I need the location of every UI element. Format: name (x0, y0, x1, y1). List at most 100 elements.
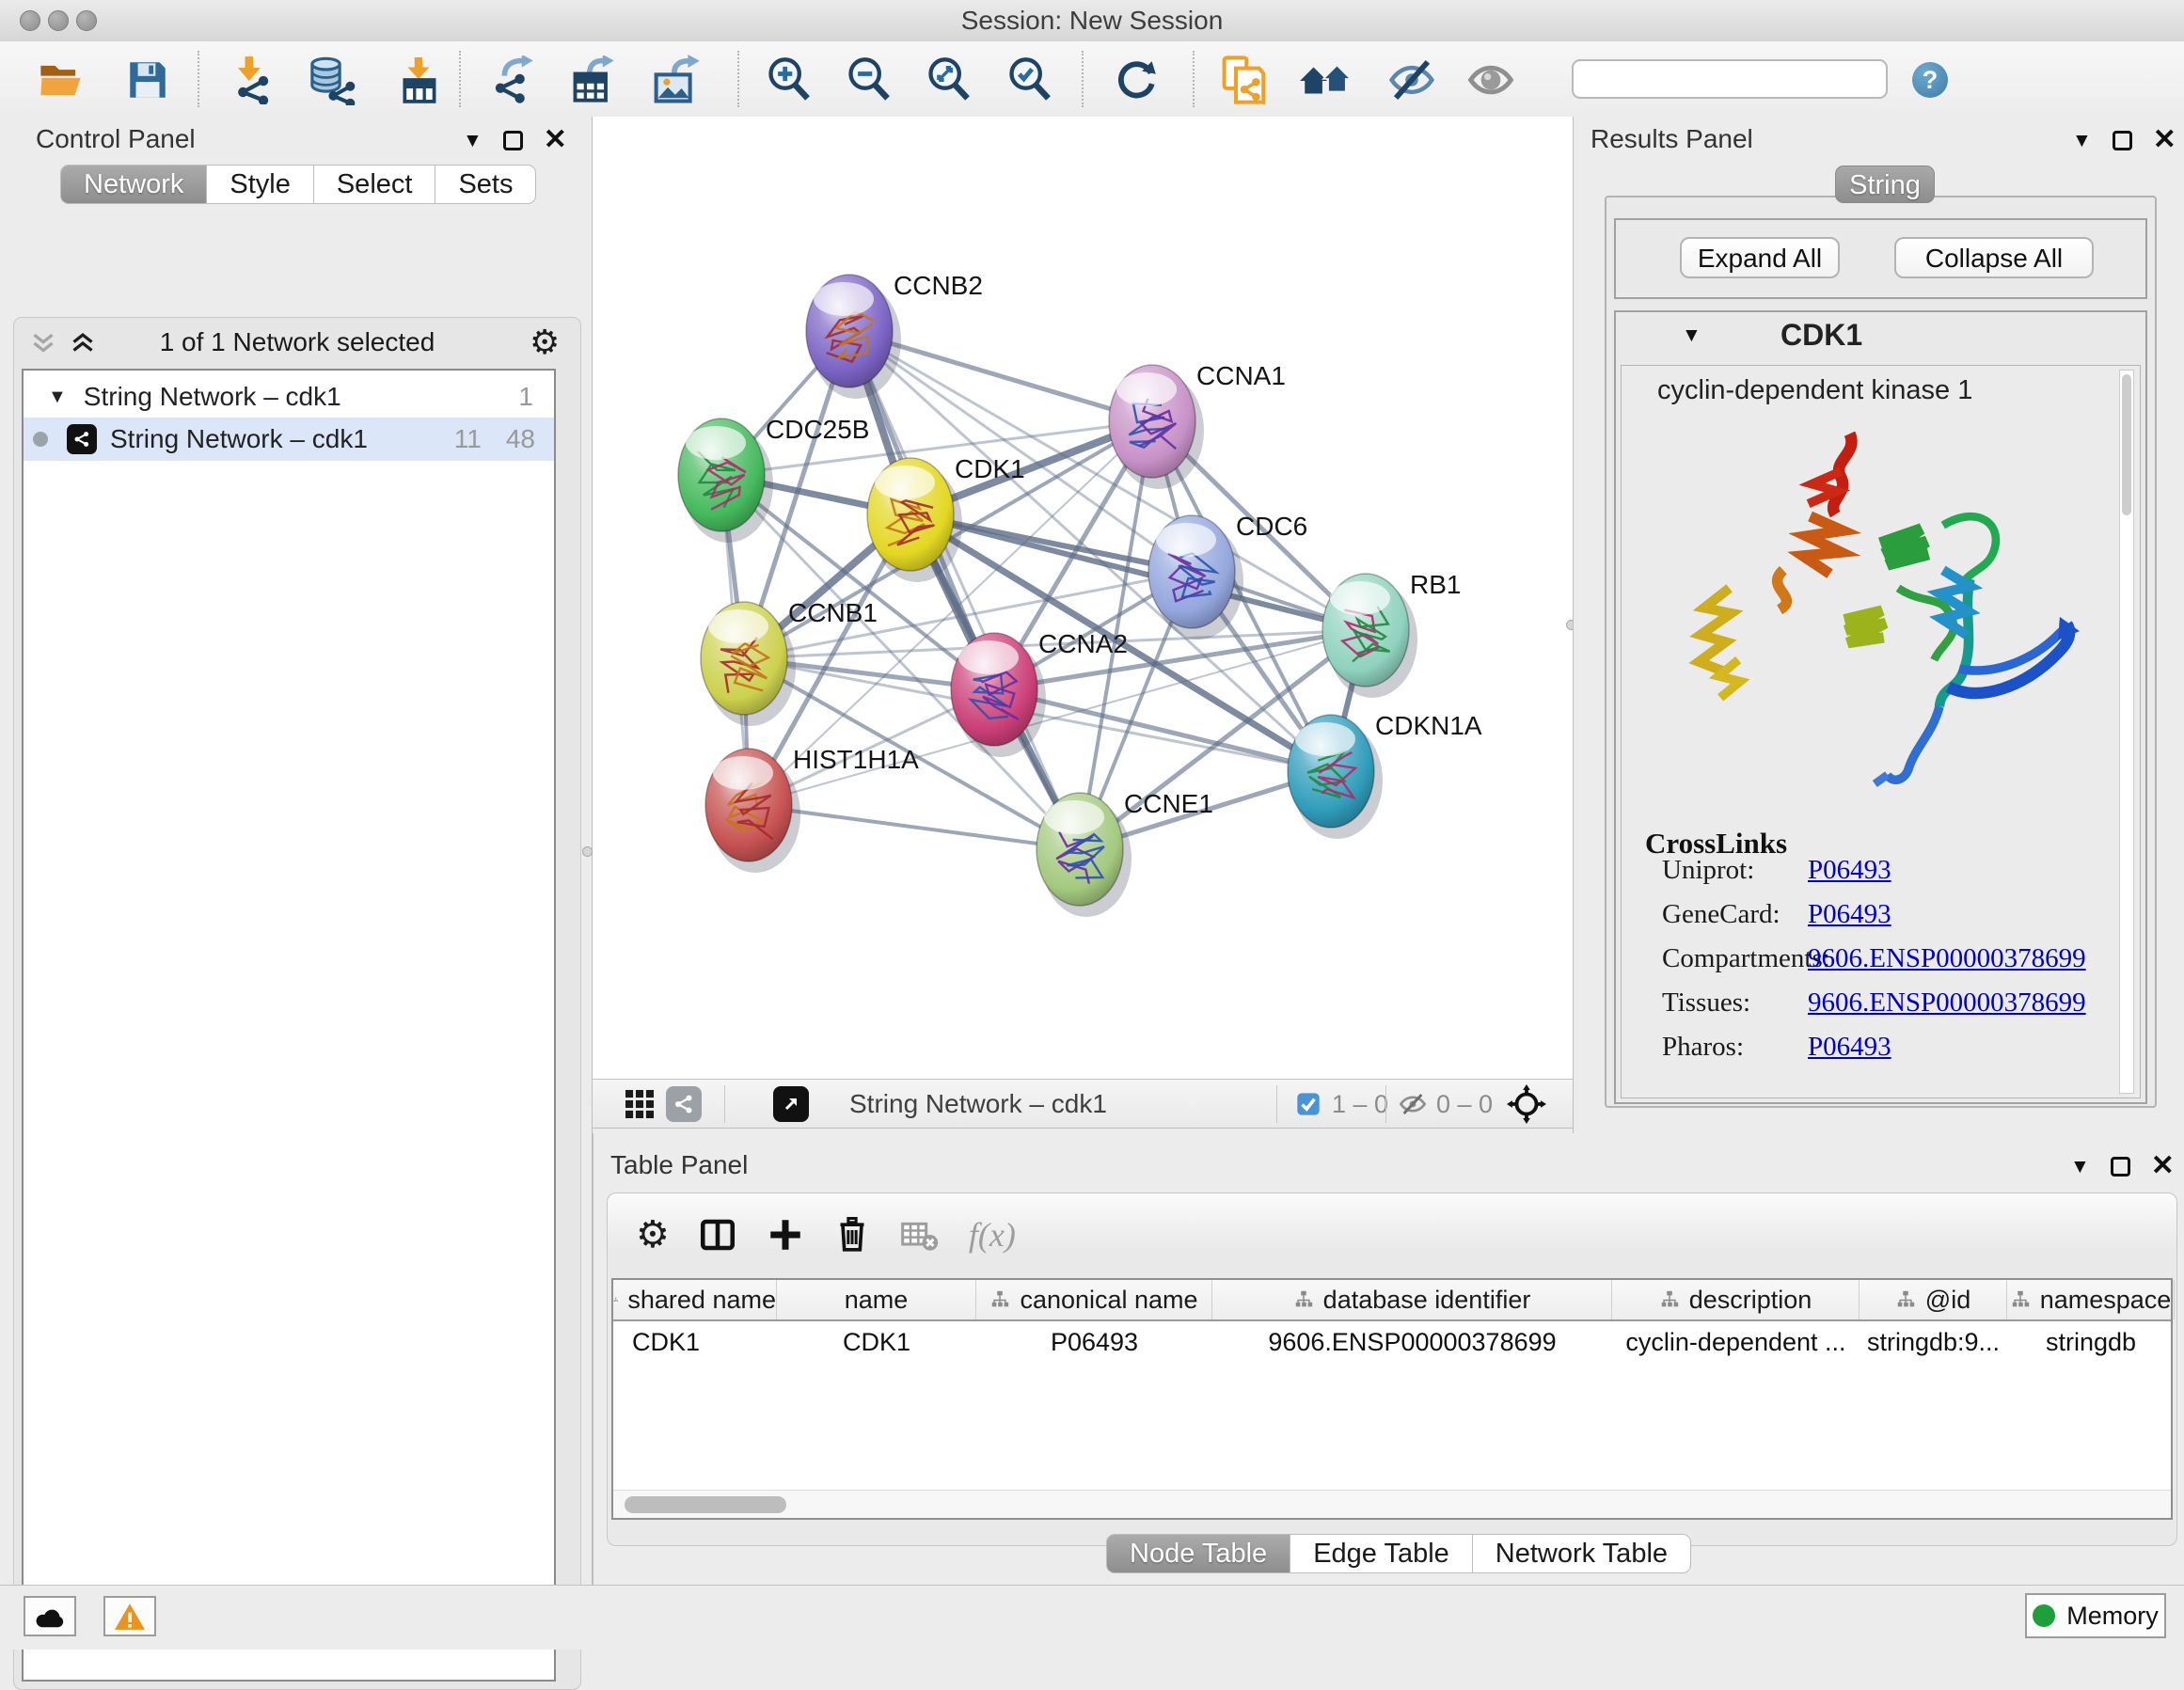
close-panel-icon[interactable]: ✕ (2153, 126, 2176, 154)
save-floppy-icon (124, 56, 171, 103)
first-neighbors-button[interactable] (1298, 53, 1353, 107)
column-header-database-identifier[interactable]: database identifier (1212, 1280, 1612, 1319)
help-button[interactable]: ? (1912, 62, 1948, 98)
table-cell[interactable]: stringdb:9... (1860, 1321, 2007, 1363)
crosslink-link[interactable]: 9606.ENSP00000378699 (1808, 987, 2086, 1019)
results-scrollbar[interactable] (2119, 370, 2134, 1094)
table-cell[interactable]: stringdb (2007, 1321, 2175, 1363)
network-node-rb1[interactable] (1322, 574, 1417, 698)
save-session-button[interactable] (120, 53, 175, 107)
network-node-ccna2[interactable] (951, 633, 1046, 757)
clone-network-button[interactable] (1217, 53, 1272, 107)
cloud-status-button[interactable] (24, 1596, 76, 1636)
tab-style[interactable]: Style (207, 165, 313, 204)
network-canvas[interactable]: CCNB2CCNA1CDC25BCDK1CDC6RB1CCNB1CCNA2CDK… (593, 117, 1573, 1079)
tab-node-table[interactable]: Node Table (1106, 1534, 1290, 1573)
column-header-description[interactable]: description (1612, 1280, 1860, 1319)
function-builder-icon[interactable]: f(x) (969, 1215, 1016, 1255)
export-table-button[interactable] (566, 53, 621, 107)
panel-menu-icon[interactable]: ▼ (463, 131, 483, 150)
close-panel-icon[interactable]: ✕ (544, 126, 567, 154)
string-view-button[interactable] (666, 1086, 702, 1122)
toolbar-separator (1193, 51, 1195, 107)
zoom-selected-button[interactable] (1003, 53, 1057, 107)
apply-layout-button[interactable] (1110, 53, 1164, 107)
open-folder-icon (37, 55, 86, 104)
network-options-gear-icon[interactable]: ⚙ (530, 325, 560, 359)
table-options-gear-icon[interactable]: ⚙ (636, 1216, 670, 1254)
crosslink-link[interactable]: P06493 (1808, 855, 1891, 886)
tab-sets[interactable]: Sets (435, 165, 536, 204)
fit-selected-button[interactable] (1507, 1086, 1546, 1122)
table-cell[interactable]: CDK1 (777, 1321, 976, 1363)
export-network-button[interactable] (485, 53, 540, 107)
show-columns-icon[interactable] (698, 1215, 737, 1255)
tab-select[interactable]: Select (314, 165, 436, 204)
collapse-arrow-icon[interactable]: ▼ (48, 387, 67, 408)
birds-eye-view-button[interactable] (773, 1086, 809, 1122)
network-row[interactable]: String Network – cdk1 11 48 (24, 418, 554, 461)
table-scrollbar-thumb[interactable] (625, 1496, 786, 1513)
show-all-button[interactable] (1464, 53, 1518, 107)
results-buttons-box: Expand All Collapse All (1614, 218, 2147, 299)
warnings-button[interactable] (103, 1596, 156, 1636)
float-panel-icon[interactable] (2111, 1157, 2130, 1177)
tab-network[interactable]: Network (60, 165, 207, 204)
network-node-cdkn1a[interactable] (1288, 715, 1383, 839)
network-node-cdc6[interactable] (1148, 515, 1243, 640)
network-node-ccne1[interactable] (1037, 793, 1132, 917)
collapse-entry-icon[interactable]: ▼ (1682, 325, 1701, 345)
hidden-toggle[interactable] (1398, 1086, 1428, 1122)
memory-button[interactable]: Memory (2025, 1593, 2166, 1638)
import-table-button[interactable] (393, 53, 448, 107)
expand-all-button[interactable]: Expand All (1680, 237, 1840, 278)
network-graph[interactable]: CCNB2CCNA1CDC25BCDK1CDC6RB1CCNB1CCNA2CDK… (593, 117, 1573, 1079)
network-node-hist1h1a[interactable] (705, 749, 800, 873)
zoom-out-button[interactable] (842, 53, 896, 107)
float-panel-icon[interactable] (2113, 131, 2132, 150)
import-network-button[interactable] (224, 53, 278, 107)
network-node-ccnb2[interactable] (806, 275, 901, 399)
selected-nodes-checkbox[interactable] (1295, 1086, 1321, 1122)
tab-network-table[interactable]: Network Table (1473, 1534, 1691, 1573)
network-node-ccnb1[interactable] (701, 602, 796, 726)
tab-edge-table[interactable]: Edge Table (1290, 1534, 1473, 1573)
tab-string[interactable]: String (1835, 166, 1935, 203)
zoom-in-button[interactable] (762, 53, 816, 107)
export-image-button[interactable] (649, 53, 704, 107)
close-panel-icon[interactable]: ✕ (2151, 1152, 2175, 1180)
table-cell[interactable]: P06493 (976, 1321, 1212, 1363)
table-cell[interactable]: CDK1 (613, 1321, 777, 1363)
delete-table-icon[interactable] (899, 1216, 941, 1254)
crosslink-link[interactable]: P06493 (1808, 1032, 1891, 1063)
crosslink-link[interactable]: 9606.ENSP00000378699 (1808, 943, 2086, 974)
search-input[interactable] (1583, 64, 1902, 95)
column-type-icon (989, 1289, 1010, 1310)
open-session-button[interactable] (34, 53, 88, 107)
node-label: CDC25B (766, 415, 869, 444)
table-cell[interactable]: cyclin-dependent ... (1612, 1321, 1860, 1363)
results-scrollbar-thumb[interactable] (2122, 374, 2131, 515)
column-header-name[interactable]: name (777, 1280, 976, 1319)
panel-menu-icon[interactable]: ▼ (2070, 1157, 2090, 1177)
table-cell[interactable]: 9606.ENSP00000378699 (1212, 1321, 1612, 1363)
network-node-cdc25b[interactable] (678, 419, 773, 543)
hide-selected-button[interactable] (1385, 53, 1439, 107)
column-header-label: shared name (627, 1286, 776, 1315)
zoom-fit-button[interactable] (922, 53, 976, 107)
delete-column-icon[interactable] (833, 1216, 871, 1254)
crosslink-link[interactable]: P06493 (1808, 899, 1891, 930)
collapse-all-button[interactable]: Collapse All (1894, 237, 2094, 278)
column-header-namespace[interactable]: namespace (2007, 1280, 2175, 1319)
column-header-shared-name[interactable]: shared name (613, 1280, 777, 1319)
left-splitter-handle[interactable] (582, 846, 593, 857)
add-column-icon[interactable] (766, 1215, 805, 1255)
panel-menu-icon[interactable]: ▼ (2072, 131, 2092, 150)
import-network-from-database-button[interactable] (303, 53, 357, 107)
network-collection-row[interactable]: ▼ String Network – cdk1 1 (24, 376, 554, 418)
column-header--id[interactable]: @id (1860, 1280, 2007, 1319)
column-header-canonical-name[interactable]: canonical name (976, 1280, 1212, 1319)
float-panel-icon[interactable] (503, 131, 523, 150)
table-horizontal-scrollbar[interactable] (613, 1490, 2171, 1518)
grid-view-button[interactable] (623, 1086, 657, 1122)
